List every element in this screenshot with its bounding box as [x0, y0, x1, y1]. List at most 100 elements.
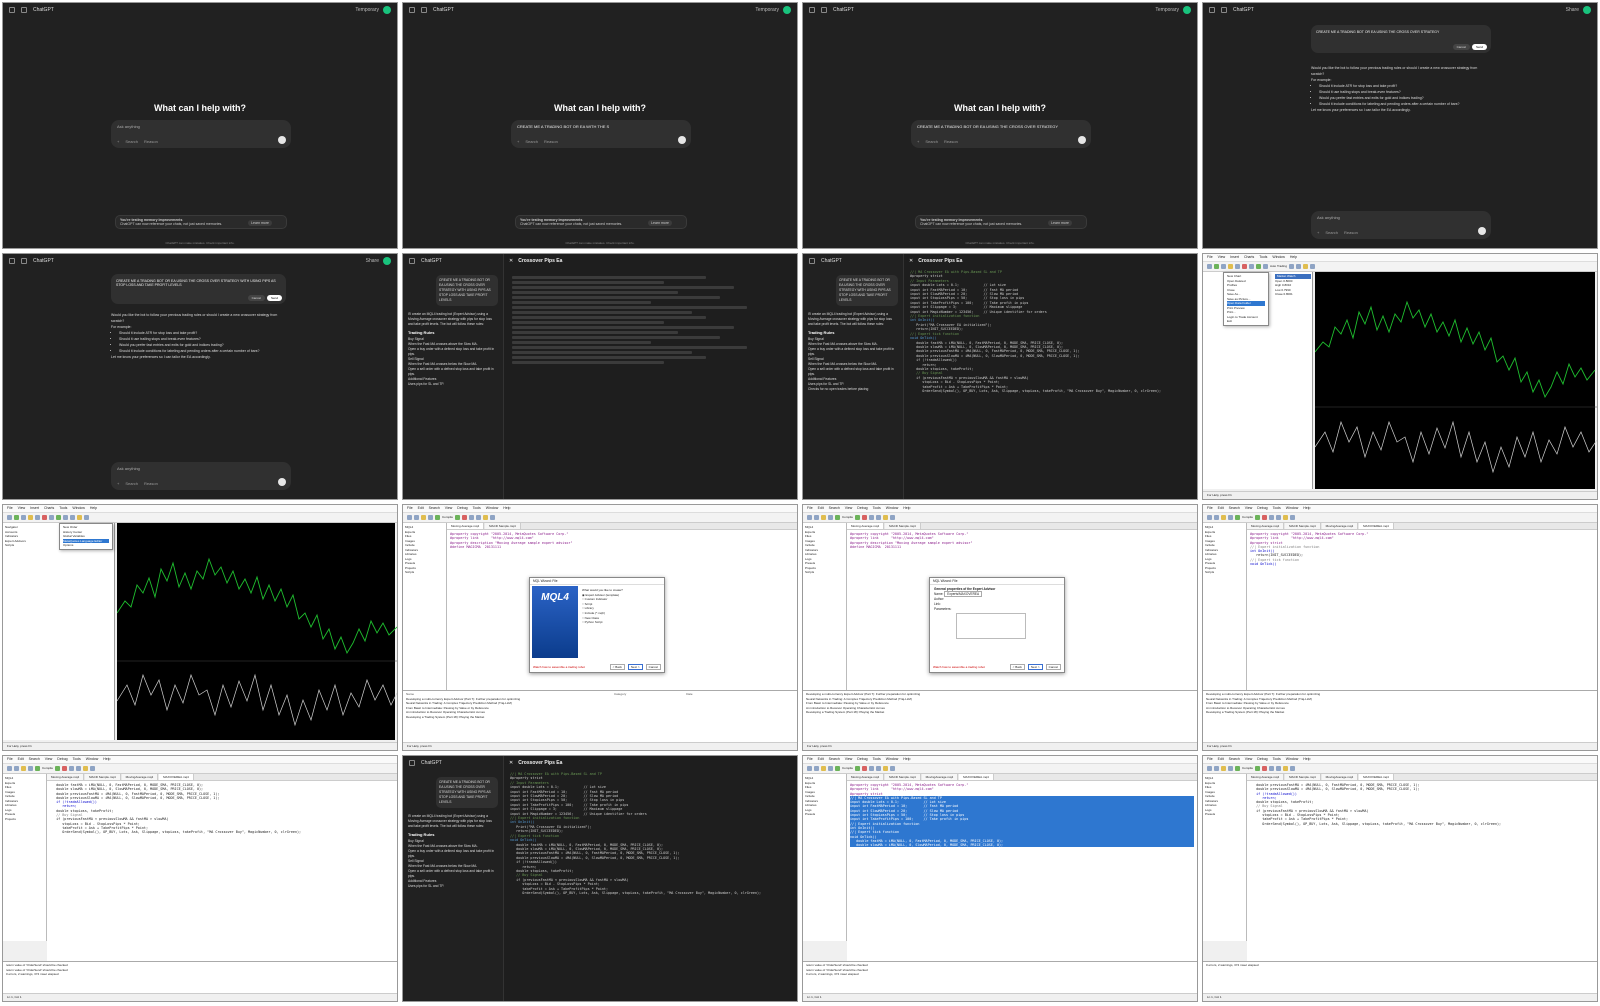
tab[interactable]: MACD Sample.mq4 [1285, 523, 1321, 529]
reason-tool[interactable]: Reason [544, 139, 558, 144]
menu-item[interactable]: Edit [18, 757, 24, 762]
menu-item[interactable]: Debug [457, 506, 467, 511]
auto-trading-button[interactable]: Auto Trading [1270, 264, 1287, 269]
sidebar-icon[interactable] [409, 760, 415, 766]
menu-item[interactable]: Debug [1257, 506, 1267, 511]
tab[interactable]: MovingAverage.mq4 [1321, 774, 1359, 780]
menu-item[interactable]: File [807, 506, 813, 511]
new-chat-icon[interactable] [421, 7, 427, 13]
next-button[interactable]: Next > [627, 664, 643, 670]
menu-item[interactable]: Help [90, 506, 97, 511]
sidebar-icon[interactable] [1209, 7, 1215, 13]
tab[interactable]: MAXOVEREA.mq4 [1359, 774, 1394, 780]
nav-item[interactable]: Presets [805, 812, 844, 817]
app-title[interactable]: ChatGPT [421, 258, 442, 264]
tab[interactable]: MovingAverage.mq4 [921, 774, 959, 780]
menu-item[interactable]: Window [886, 506, 898, 511]
menu-item[interactable]: Help [103, 757, 110, 762]
temporary-chat-toggle[interactable]: Temporary [355, 7, 379, 13]
reason-tool[interactable]: Reason [144, 139, 158, 144]
parameters-table[interactable] [956, 613, 1026, 639]
price-chart[interactable] [1315, 272, 1597, 489]
avatar[interactable] [383, 257, 391, 265]
cancel-button[interactable]: Cancel [645, 664, 661, 670]
app-title[interactable]: ChatGPT [833, 7, 854, 13]
tab[interactable]: MovingAverage.mq4 [121, 774, 159, 780]
cancel-button[interactable]: Cancel [247, 295, 265, 301]
tab[interactable]: MAXOVEREA.mq4 [1359, 523, 1394, 529]
tab[interactable]: Moving Average.mq4 [47, 774, 85, 780]
app-title[interactable]: ChatGPT [1233, 7, 1254, 13]
close-icon[interactable]: ✕ [909, 258, 913, 264]
voice-icon[interactable] [1478, 227, 1486, 235]
menu-item[interactable]: Help [503, 506, 510, 511]
menu-item[interactable]: Tools [1259, 255, 1267, 260]
close-icon[interactable]: ✕ [509, 760, 513, 766]
chat-input[interactable]: CREATE ME A TRADING BOT OR EA WITH THE S… [511, 120, 691, 148]
menu-item[interactable]: Tools [473, 506, 481, 511]
tab[interactable]: Moving Average.mq4 [847, 523, 885, 529]
compile-button[interactable]: Compile [842, 515, 853, 520]
price-chart[interactable] [117, 523, 397, 740]
avatar[interactable] [1583, 6, 1591, 14]
avatar[interactable] [383, 6, 391, 14]
tab[interactable]: MACD Sample.mq4 [1285, 774, 1321, 780]
menu-item[interactable]: Window [86, 757, 98, 762]
tab[interactable]: MACD Sample.mq4 [485, 523, 521, 529]
share-button[interactable]: Share [1566, 7, 1579, 13]
menu-item[interactable]: View [845, 757, 853, 762]
tab[interactable]: Moving Average.mq4 [847, 774, 885, 780]
menu-item[interactable]: Debug [57, 757, 67, 762]
menu-item[interactable]: File [407, 506, 413, 511]
edit-message-box[interactable]: CREATE ME A TRADING BOT OR EA USING THE … [111, 274, 286, 304]
share-button[interactable]: Share [366, 258, 379, 264]
code-editor[interactable]: Moving Average.mq4 MACD Sample.mq4 MovingA… [1247, 774, 1597, 961]
tab[interactable]: MAXOVEREA.mq4 [159, 774, 194, 780]
compile-button[interactable]: Compile [1242, 766, 1253, 771]
tab[interactable]: Moving Average.mq4 [447, 523, 485, 529]
sidebar-icon[interactable] [9, 7, 15, 13]
sidebar-icon[interactable] [809, 7, 815, 13]
plus-icon[interactable]: + [117, 139, 119, 144]
new-chat-icon[interactable] [21, 258, 27, 264]
cancel-button[interactable]: Cancel [1452, 44, 1470, 50]
menu-item[interactable]: View [445, 506, 453, 511]
reason-tool[interactable]: Reason [944, 139, 958, 144]
new-chat-icon[interactable] [1221, 7, 1227, 13]
menu-option[interactable]: Exit [1227, 319, 1265, 324]
nav-item[interactable]: Scripts [405, 570, 444, 575]
menu-item[interactable]: Help [1303, 757, 1310, 762]
menu-item[interactable]: Edit [818, 757, 824, 762]
tab[interactable]: MACD Sample.mq4 [885, 523, 921, 529]
menu-item[interactable]: Search [1229, 757, 1240, 762]
code-editor[interactable]: Moving Average.mq4 MACD Sample.mq4 MovingA… [847, 774, 1197, 961]
sidebar-icon[interactable] [409, 258, 415, 264]
sidebar-icon[interactable] [809, 258, 815, 264]
menu-item[interactable]: Window [1286, 506, 1298, 511]
menu-item[interactable]: Tools [73, 757, 81, 762]
compile-button[interactable]: Compile [1242, 515, 1253, 520]
search-tool[interactable]: Search [525, 139, 538, 144]
voice-icon[interactable] [278, 478, 286, 486]
menu-item[interactable]: Search [429, 506, 440, 511]
app-title[interactable]: ChatGPT [33, 258, 54, 264]
compile-button[interactable]: Compile [442, 515, 453, 520]
reason-tool[interactable]: Reason [1344, 230, 1358, 235]
send-icon[interactable] [1078, 136, 1086, 144]
sidebar-icon[interactable] [9, 258, 15, 264]
app-title[interactable]: ChatGPT [421, 760, 442, 766]
menu-item[interactable]: View [1245, 757, 1253, 762]
menu-item[interactable]: Debug [1257, 757, 1267, 762]
close-icon[interactable]: ✕ [509, 258, 513, 264]
new-chat-icon[interactable] [21, 7, 27, 13]
edit-message-box[interactable]: CREATE ME A TRADING BOT OR EA USING THE … [1311, 25, 1491, 53]
nav-item[interactable]: Presets [1205, 812, 1244, 817]
search-tool[interactable]: Search [1325, 230, 1338, 235]
menu-item[interactable]: Charts [1244, 255, 1254, 260]
menu-item[interactable]: Window [1272, 255, 1284, 260]
back-button[interactable]: < Back [1009, 664, 1025, 670]
plus-icon[interactable]: + [1317, 230, 1319, 235]
next-button[interactable]: Next > [1027, 664, 1043, 670]
code-editor[interactable]: Moving Average.mq4 MACD Sample.mq4 MovingA… [1247, 523, 1597, 690]
new-chat-icon[interactable] [821, 7, 827, 13]
